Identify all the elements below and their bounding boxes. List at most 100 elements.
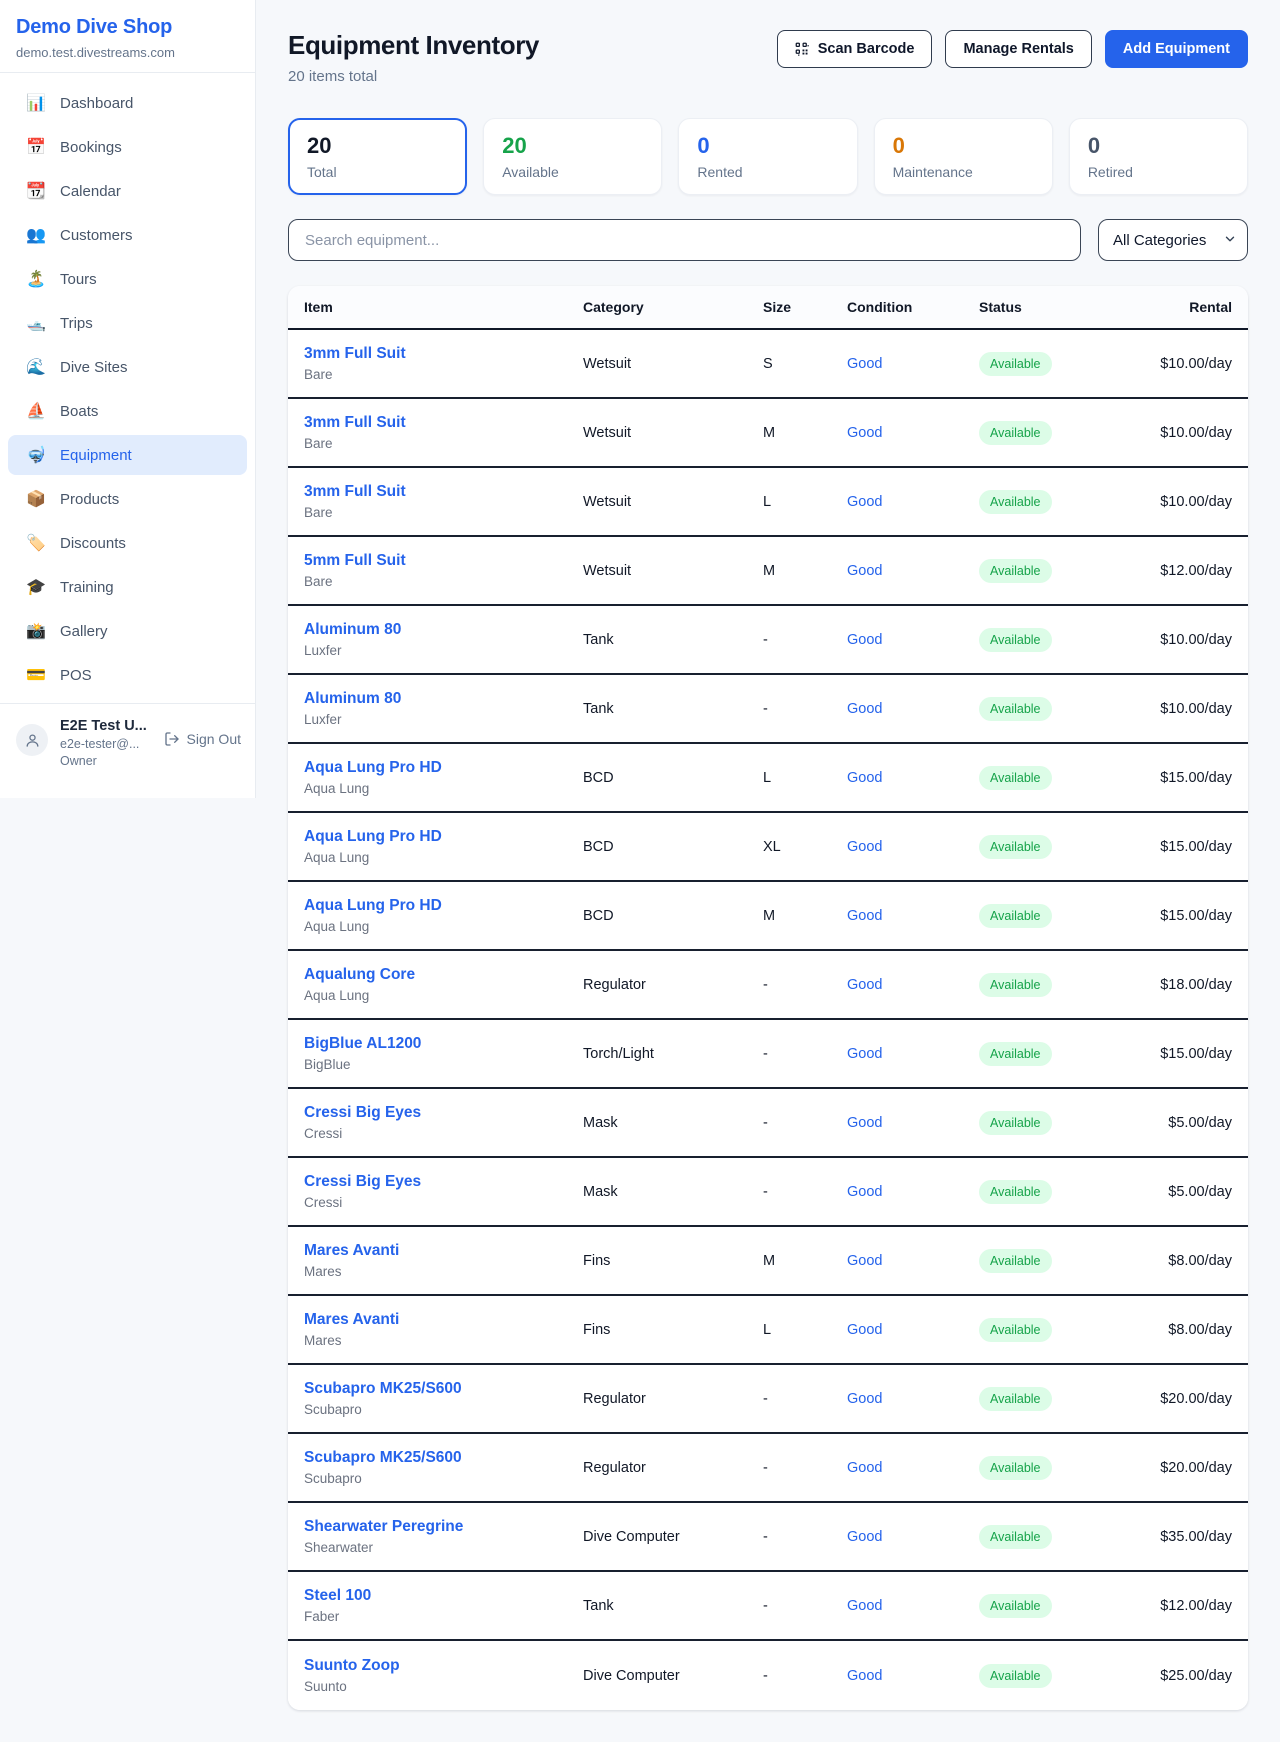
sidebar-item-label: Gallery [60, 623, 108, 640]
sidebar-item-customers[interactable]: 👥 Customers [8, 215, 247, 255]
item-name-link[interactable]: Suunto Zoop [304, 1657, 583, 1675]
size-cell: L [763, 770, 847, 786]
item-name-link[interactable]: Aluminum 80 [304, 690, 583, 708]
sidebar-item-boats[interactable]: ⛵ Boats [8, 391, 247, 431]
item-name-link[interactable]: Mares Avanti [304, 1242, 583, 1260]
sidebar-item-pos[interactable]: 💳 POS [8, 655, 247, 695]
condition-link[interactable]: Good [847, 563, 882, 579]
sidebar-item-products[interactable]: 📦 Products [8, 479, 247, 519]
item-name-link[interactable]: 3mm Full Suit [304, 345, 583, 363]
item-name-link[interactable]: Aqualung Core [304, 966, 583, 984]
condition-link[interactable]: Good [847, 1460, 882, 1476]
condition-link[interactable]: Good [847, 356, 882, 372]
condition-link[interactable]: Good [847, 1668, 882, 1684]
item-name-link[interactable]: Scubapro MK25/S600 [304, 1449, 583, 1467]
size-cell: - [763, 1184, 847, 1200]
stat-card-retired[interactable]: 0 Retired [1069, 118, 1248, 195]
condition-link[interactable]: Good [847, 1529, 882, 1545]
item-name-link[interactable]: Scubapro MK25/S600 [304, 1380, 583, 1398]
condition-link[interactable]: Good [847, 632, 882, 648]
condition-cell: Good [847, 1667, 979, 1685]
sidebar-item-dashboard[interactable]: 📊 Dashboard [8, 83, 247, 123]
size-cell: - [763, 701, 847, 717]
sidebar-item-calendar[interactable]: 📆 Calendar [8, 171, 247, 211]
search-input[interactable] [288, 219, 1081, 261]
condition-link[interactable]: Good [847, 1253, 882, 1269]
category-cell: BCD [583, 839, 763, 855]
stat-label: Available [502, 164, 643, 180]
condition-link[interactable]: Good [847, 908, 882, 924]
page-title-block: Equipment Inventory 20 items total [288, 30, 539, 85]
item-name-link[interactable]: 3mm Full Suit [304, 483, 583, 501]
rental-cell: $15.00/day [1149, 1045, 1232, 1063]
condition-link[interactable]: Good [847, 977, 882, 993]
item-name-link[interactable]: Cressi Big Eyes [304, 1104, 583, 1122]
condition-link[interactable]: Good [847, 839, 882, 855]
sign-out-button[interactable]: Sign Out [164, 731, 241, 747]
condition-link[interactable]: Good [847, 1115, 882, 1131]
stat-value: 0 [697, 133, 838, 159]
item-name-link[interactable]: Aqua Lung Pro HD [304, 828, 583, 846]
status-badge: Available [979, 1525, 1052, 1549]
item-brand: BigBlue [304, 1057, 583, 1072]
stat-card-total[interactable]: 20 Total [288, 118, 467, 195]
condition-link[interactable]: Good [847, 770, 882, 786]
sidebar-item-bookings[interactable]: 📅 Bookings [8, 127, 247, 167]
sidebar-item-discounts[interactable]: 🏷️ Discounts [8, 523, 247, 563]
category-cell: Wetsuit [583, 494, 763, 510]
item-name-link[interactable]: 5mm Full Suit [304, 552, 583, 570]
item-name-link[interactable]: Shearwater Peregrine [304, 1518, 583, 1536]
category-cell: Tank [583, 1598, 763, 1614]
sidebar-item-label: POS [60, 667, 92, 684]
sidebar-item-label: Bookings [60, 139, 122, 156]
item-name-link[interactable]: 3mm Full Suit [304, 414, 583, 432]
sidebar-item-equipment[interactable]: 🤿 Equipment [8, 435, 247, 475]
item-name-link[interactable]: Cressi Big Eyes [304, 1173, 583, 1191]
rental-cell: $10.00/day [1149, 355, 1232, 373]
condition-link[interactable]: Good [847, 425, 882, 441]
item-name-link[interactable]: Aluminum 80 [304, 621, 583, 639]
item-cell: Aqua Lung Pro HD Aqua Lung [304, 759, 583, 796]
item-name-link[interactable]: BigBlue AL1200 [304, 1035, 583, 1053]
condition-link[interactable]: Good [847, 1391, 882, 1407]
condition-link[interactable]: Good [847, 1184, 882, 1200]
sidebar-item-label: Dive Sites [60, 359, 128, 376]
condition-cell: Good [847, 1183, 979, 1201]
boats-icon: ⛵ [26, 401, 46, 421]
size-cell: L [763, 1322, 847, 1338]
stats-row: 20 Total 20 Available 0 Rented 0 Mainten… [288, 118, 1248, 195]
add-equipment-button[interactable]: Add Equipment [1105, 30, 1248, 68]
sidebar-item-training[interactable]: 🎓 Training [8, 567, 247, 607]
condition-link[interactable]: Good [847, 1322, 882, 1338]
brand-domain: demo.test.divestreams.com [16, 45, 239, 60]
condition-link[interactable]: Good [847, 1046, 882, 1062]
item-name-link[interactable]: Aqua Lung Pro HD [304, 897, 583, 915]
manage-rentals-button[interactable]: Manage Rentals [945, 30, 1091, 68]
sidebar-item-gallery[interactable]: 📸 Gallery [8, 611, 247, 651]
item-name-link[interactable]: Aqua Lung Pro HD [304, 759, 583, 777]
condition-link[interactable]: Good [847, 494, 882, 510]
status-badge: Available [979, 1456, 1052, 1480]
category-cell: Wetsuit [583, 563, 763, 579]
item-cell: Aqua Lung Pro HD Aqua Lung [304, 828, 583, 865]
sidebar-item-trips[interactable]: 🛥️ Trips [8, 303, 247, 343]
sign-out-label: Sign Out [187, 731, 241, 747]
scan-barcode-label: Scan Barcode [818, 41, 915, 57]
size-cell: - [763, 1115, 847, 1131]
item-name-link[interactable]: Mares Avanti [304, 1311, 583, 1329]
condition-link[interactable]: Good [847, 701, 882, 717]
category-filter-select[interactable]: All Categories [1098, 219, 1248, 261]
rental-cell: $10.00/day [1149, 493, 1232, 511]
stat-card-available[interactable]: 20 Available [483, 118, 662, 195]
sidebar-item-tours[interactable]: 🏝️ Tours [8, 259, 247, 299]
stat-card-rented[interactable]: 0 Rented [678, 118, 857, 195]
user-name: E2E Test U... [60, 718, 152, 734]
table-row: Aluminum 80 Luxfer Tank - Good Available… [288, 606, 1248, 675]
item-name-link[interactable]: Steel 100 [304, 1587, 583, 1605]
scan-barcode-button[interactable]: Scan Barcode [777, 30, 933, 68]
sidebar-item-dive-sites[interactable]: 🌊 Dive Sites [8, 347, 247, 387]
pos-icon: 💳 [26, 665, 46, 685]
stat-card-maintenance[interactable]: 0 Maintenance [874, 118, 1053, 195]
condition-cell: Good [847, 1459, 979, 1477]
condition-link[interactable]: Good [847, 1598, 882, 1614]
